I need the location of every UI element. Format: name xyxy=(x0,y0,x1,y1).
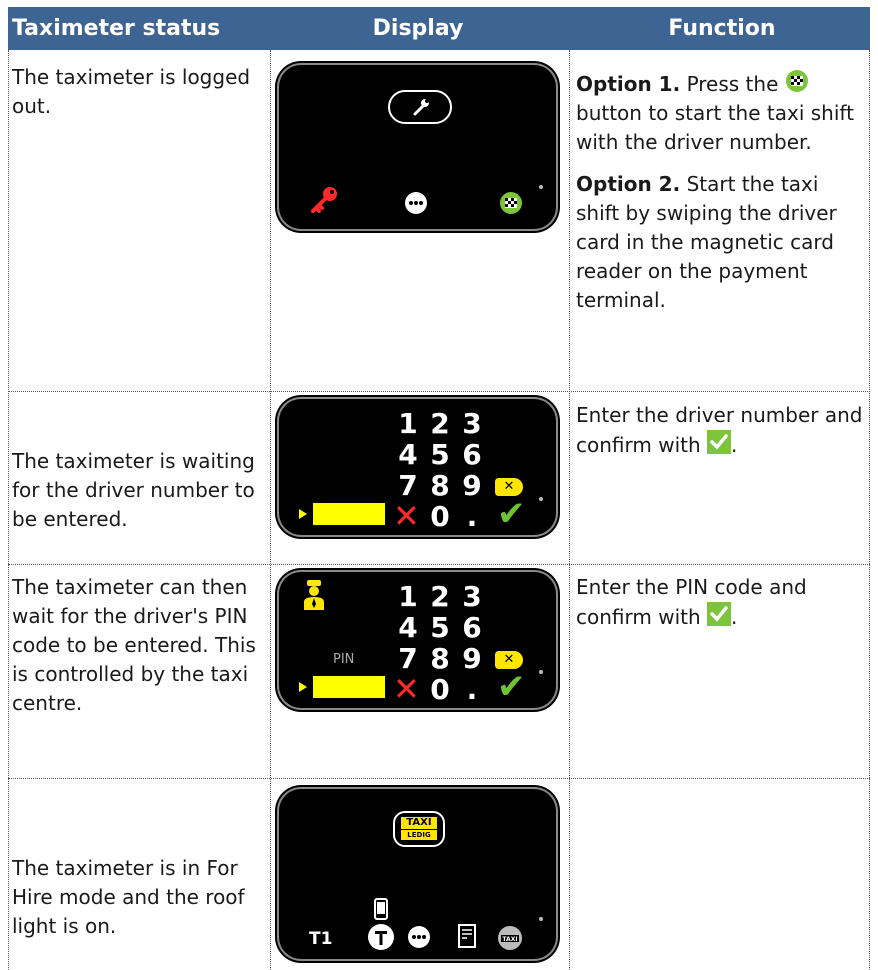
option-1-label: Option 1. xyxy=(576,72,681,96)
key-4[interactable]: 4 xyxy=(394,611,422,644)
key-9[interactable]: 9 xyxy=(458,469,486,502)
key-6[interactable]: 6 xyxy=(458,438,486,471)
key-2[interactable]: 2 xyxy=(426,407,454,440)
row1-status: The taximeter is logged out. xyxy=(12,65,251,118)
t-circle-icon[interactable] xyxy=(367,923,395,951)
svg-text:TAXI: TAXI xyxy=(502,936,517,943)
row2-status: The taximeter is waiting for the driver … xyxy=(12,449,255,531)
row-divider-2 xyxy=(8,564,870,565)
key-5[interactable]: 5 xyxy=(426,611,454,644)
table-border-right xyxy=(869,50,870,970)
key-3[interactable]: 3 xyxy=(458,407,486,440)
key-0[interactable]: 0 xyxy=(426,500,454,533)
checkered-flag-icon xyxy=(785,70,808,92)
input-arrow-icon xyxy=(299,509,307,519)
wrench-button[interactable] xyxy=(388,90,452,124)
sensor-dot xyxy=(539,670,543,674)
display-driver-number: 1 2 3 4 5 6 7 8 9 0 . ✕ ✕ ✔ xyxy=(281,401,554,533)
key-8[interactable]: 8 xyxy=(426,469,454,502)
key-5[interactable]: 5 xyxy=(426,438,454,471)
row3-function: Enter the PIN code and confirm with . xyxy=(576,575,807,629)
cancel-icon[interactable]: ✕ xyxy=(393,497,420,533)
phone-icon xyxy=(374,898,388,920)
row2-function: Enter the driver number and confirm with… xyxy=(576,403,863,457)
key-8[interactable]: 8 xyxy=(426,642,454,675)
column-divider-2 xyxy=(569,50,570,970)
wrench-icon xyxy=(413,99,429,116)
sensor-dot xyxy=(539,917,543,921)
tariff-label: T1 xyxy=(309,929,333,949)
row-divider-1 xyxy=(8,391,870,392)
more-icon[interactable] xyxy=(407,925,431,949)
checkered-flag-icon[interactable] xyxy=(499,191,523,215)
header-status: Taximeter status xyxy=(12,16,221,41)
option-1-text-a: Press the xyxy=(686,72,779,96)
display-logged-out xyxy=(281,67,554,227)
sensor-dot xyxy=(539,497,543,501)
cancel-icon[interactable]: ✕ xyxy=(393,670,420,706)
option-2-label: Option 2. xyxy=(576,172,681,196)
key-0[interactable]: 0 xyxy=(426,673,454,706)
driver-number-input[interactable] xyxy=(313,503,385,525)
key-1[interactable]: 1 xyxy=(394,407,422,440)
row3-function-text: Enter the PIN code and confirm with xyxy=(576,575,807,629)
key-3[interactable]: 3 xyxy=(458,580,486,613)
key-6[interactable]: 6 xyxy=(458,611,486,644)
receipt-icon[interactable] xyxy=(458,924,476,948)
row1-function: Option 1. Press the button to start the … xyxy=(576,69,866,315)
key-1[interactable]: 1 xyxy=(394,580,422,613)
table-header: Taximeter status Display Function xyxy=(8,7,870,50)
sensor-dot xyxy=(539,185,543,189)
option-1-text-b: button to start the taxi shift with the … xyxy=(576,101,854,154)
display-pin: 1 2 3 4 5 6 7 8 9 0 . PIN ✕ ✕ ✔ xyxy=(281,574,554,706)
row-divider-3 xyxy=(8,778,870,779)
header-function: Function xyxy=(668,16,776,41)
green-check-icon xyxy=(707,602,732,626)
header-display: Display xyxy=(372,16,464,41)
pin-label: PIN xyxy=(333,652,355,667)
confirm-check-icon[interactable]: ✔ xyxy=(497,667,526,706)
key-dot[interactable]: . xyxy=(458,673,486,706)
row4-status: The taximeter is in For Hire mode and th… xyxy=(12,856,245,938)
green-check-icon xyxy=(707,430,732,454)
display-for-hire: TAXI LEDIG T1 TAXI xyxy=(281,791,554,957)
taxi-sign-icon[interactable]: TAXI LEDIG xyxy=(393,811,445,847)
key-9[interactable]: 9 xyxy=(458,642,486,675)
confirm-check-icon[interactable]: ✔ xyxy=(497,494,526,533)
row3-status: The taximeter can then wait for the driv… xyxy=(12,575,256,715)
key-4[interactable]: 4 xyxy=(394,438,422,471)
input-arrow-icon xyxy=(299,682,307,692)
key-dot[interactable]: . xyxy=(458,500,486,533)
table-border-left xyxy=(8,50,9,970)
pin-input[interactable] xyxy=(313,676,385,698)
taxi-roof-icon[interactable]: TAXI xyxy=(497,925,523,951)
column-divider-1 xyxy=(270,50,271,970)
more-icon[interactable] xyxy=(404,191,428,215)
key-icon[interactable] xyxy=(309,185,341,213)
key-2[interactable]: 2 xyxy=(426,580,454,613)
